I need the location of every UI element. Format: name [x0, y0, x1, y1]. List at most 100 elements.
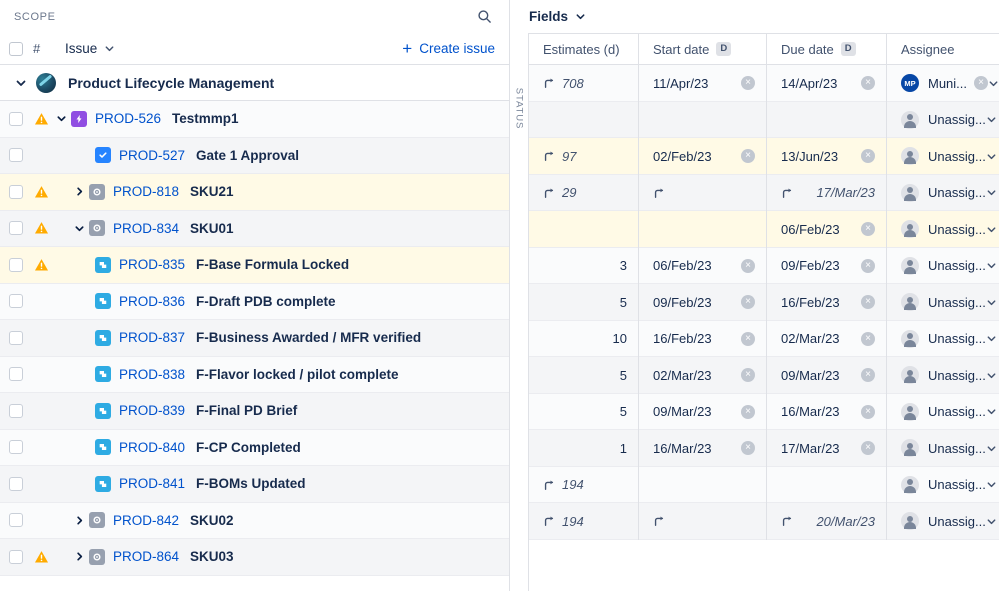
due-date-cell[interactable]: 09/Mar/23 ×	[767, 357, 887, 394]
estimate-cell[interactable]: 29	[529, 174, 639, 211]
row-checkbox[interactable]	[9, 330, 23, 345]
issue-key-link[interactable]: PROD-527	[119, 148, 185, 163]
estimate-cell[interactable]: 5	[529, 393, 639, 430]
table-row[interactable]: PROD-841 F-BOMs Updated	[0, 466, 509, 503]
due-date-cell[interactable]: 09/Feb/23 ×	[767, 247, 887, 284]
table-row[interactable]: PROD-837 F-Business Awarded / MFR verifi…	[0, 320, 509, 357]
estimate-cell[interactable]: 194	[529, 466, 639, 503]
project-group-row[interactable]: Product Lifecycle Management	[0, 65, 509, 101]
estimate-cell[interactable]: 194	[529, 503, 639, 540]
due-date-cell[interactable]: 06/Feb/23 ×	[767, 211, 887, 248]
issue-key-link[interactable]: PROD-842	[113, 513, 179, 528]
assignee-cell[interactable]: MP Muni... ×	[887, 65, 999, 102]
column-header-due-date[interactable]: Due date D	[767, 33, 887, 65]
assignee-cell[interactable]: Unassig...	[887, 321, 999, 358]
row-checkbox[interactable]	[9, 257, 23, 272]
assignee-cell[interactable]: Unassig...	[887, 248, 999, 285]
assignee-chevron-down-icon[interactable]	[986, 333, 998, 344]
table-row[interactable]: PROD-840 F-CP Completed	[0, 429, 509, 466]
due-date-cell[interactable]: 17/Mar/23	[767, 174, 887, 211]
issue-key-link[interactable]: PROD-526	[95, 111, 161, 126]
start-date-cell[interactable]: 11/Apr/23 ×	[639, 65, 767, 102]
clear-start-date-icon[interactable]: ×	[741, 441, 755, 456]
assignee-cell[interactable]: Unassig...	[887, 430, 999, 467]
start-date-cell[interactable]: 09/Feb/23 ×	[639, 284, 767, 321]
estimate-cell[interactable]: 708	[529, 65, 639, 102]
due-date-cell[interactable]	[767, 101, 887, 138]
start-date-cell[interactable]	[639, 174, 767, 211]
estimate-cell[interactable]	[529, 101, 639, 138]
estimate-cell[interactable]: 5	[529, 357, 639, 394]
row-checkbox[interactable]	[9, 367, 23, 382]
issue-key-link[interactable]: PROD-839	[119, 403, 185, 418]
due-date-cell[interactable]: 16/Mar/23 ×	[767, 393, 887, 430]
issue-key-link[interactable]: PROD-837	[119, 330, 185, 345]
assignee-cell[interactable]: Unassig...	[887, 467, 999, 504]
estimate-cell[interactable]: 10	[529, 320, 639, 357]
issue-key-link[interactable]: PROD-841	[119, 476, 185, 491]
assignee-cell[interactable]: Unassig...	[887, 357, 999, 394]
column-header-start-date[interactable]: Start date D	[639, 33, 767, 65]
due-date-cell[interactable]: 14/Apr/23 ×	[767, 65, 887, 102]
issue-key-link[interactable]: PROD-835	[119, 257, 185, 272]
clear-due-date-icon[interactable]: ×	[861, 295, 875, 310]
start-date-cell[interactable]	[639, 101, 767, 138]
assignee-chevron-down-icon[interactable]	[986, 370, 998, 381]
assignee-chevron-down-icon[interactable]	[986, 516, 998, 527]
start-date-cell[interactable]: 02/Mar/23 ×	[639, 357, 767, 394]
assignee-chevron-down-icon[interactable]	[986, 187, 998, 198]
column-header-issue[interactable]: Issue	[65, 41, 115, 56]
select-all-checkbox[interactable]	[9, 41, 23, 56]
fields-menu-button[interactable]: Fields	[529, 9, 586, 24]
assignee-cell[interactable]: Unassig...	[887, 394, 999, 431]
clear-start-date-icon[interactable]: ×	[741, 76, 755, 91]
assignee-chevron-down-icon[interactable]	[986, 151, 998, 162]
assignee-chevron-down-icon[interactable]	[986, 224, 998, 235]
assignee-cell[interactable]: Unassig...	[887, 284, 999, 321]
due-date-cell[interactable]: 02/Mar/23 ×	[767, 320, 887, 357]
estimate-cell[interactable]: 3	[529, 247, 639, 284]
start-date-cell[interactable]: 16/Mar/23 ×	[639, 430, 767, 467]
assignee-chevron-down-icon[interactable]	[986, 406, 998, 417]
due-date-cell[interactable]: 20/Mar/23	[767, 503, 887, 540]
chevron-down-icon[interactable]	[10, 77, 32, 89]
issue-key-link[interactable]: PROD-864	[113, 549, 179, 564]
row-checkbox[interactable]	[9, 294, 23, 309]
table-row[interactable]: PROD-838 F-Flavor locked / pilot complet…	[0, 356, 509, 393]
due-date-cell[interactable]: 17/Mar/23 ×	[767, 430, 887, 467]
assignee-cell[interactable]: Unassig...	[887, 138, 999, 175]
start-date-cell[interactable]	[639, 466, 767, 503]
assignee-chevron-down-icon[interactable]	[986, 297, 998, 308]
assignee-cell[interactable]: Unassig...	[887, 503, 999, 540]
start-date-cell[interactable]: 09/Mar/23 ×	[639, 393, 767, 430]
estimate-cell[interactable]: 1	[529, 430, 639, 467]
row-collapse-chevron-down-icon[interactable]	[69, 223, 89, 234]
issue-key-link[interactable]: PROD-836	[119, 294, 185, 309]
table-row[interactable]: PROD-836 F-Draft PDB complete	[0, 283, 509, 320]
issue-key-link[interactable]: PROD-834	[113, 221, 179, 236]
issue-key-link[interactable]: PROD-818	[113, 184, 179, 199]
clear-start-date-icon[interactable]: ×	[741, 149, 755, 164]
start-date-cell[interactable]: 06/Feb/23 ×	[639, 247, 767, 284]
clear-due-date-icon[interactable]: ×	[861, 331, 875, 346]
start-date-cell[interactable]	[639, 211, 767, 248]
table-row[interactable]: PROD-526 Testmmp1	[0, 101, 509, 138]
create-issue-button[interactable]: + Create issue	[402, 40, 495, 57]
table-row[interactable]: PROD-839 F-Final PD Brief	[0, 393, 509, 430]
row-checkbox[interactable]	[9, 111, 23, 126]
clear-assignee-icon[interactable]: ×	[974, 76, 989, 91]
row-checkbox[interactable]	[9, 440, 23, 455]
table-row[interactable]: PROD-835 F-Base Formula Locked	[0, 247, 509, 284]
assignee-cell[interactable]: Unassig...	[887, 102, 999, 139]
table-row[interactable]: PROD-842 SKU02	[0, 502, 509, 539]
estimate-cell[interactable]: 5	[529, 284, 639, 321]
clear-due-date-icon[interactable]: ×	[861, 149, 875, 164]
start-date-cell[interactable]	[639, 503, 767, 540]
clear-start-date-icon[interactable]: ×	[741, 368, 755, 383]
table-row[interactable]: PROD-864 SKU03	[0, 539, 509, 576]
assignee-chevron-down-icon[interactable]	[988, 78, 999, 89]
row-expand-chevron-right-icon[interactable]	[69, 551, 89, 562]
row-checkbox[interactable]	[9, 221, 23, 236]
estimate-cell[interactable]: 97	[529, 138, 639, 175]
estimate-cell[interactable]	[529, 211, 639, 248]
